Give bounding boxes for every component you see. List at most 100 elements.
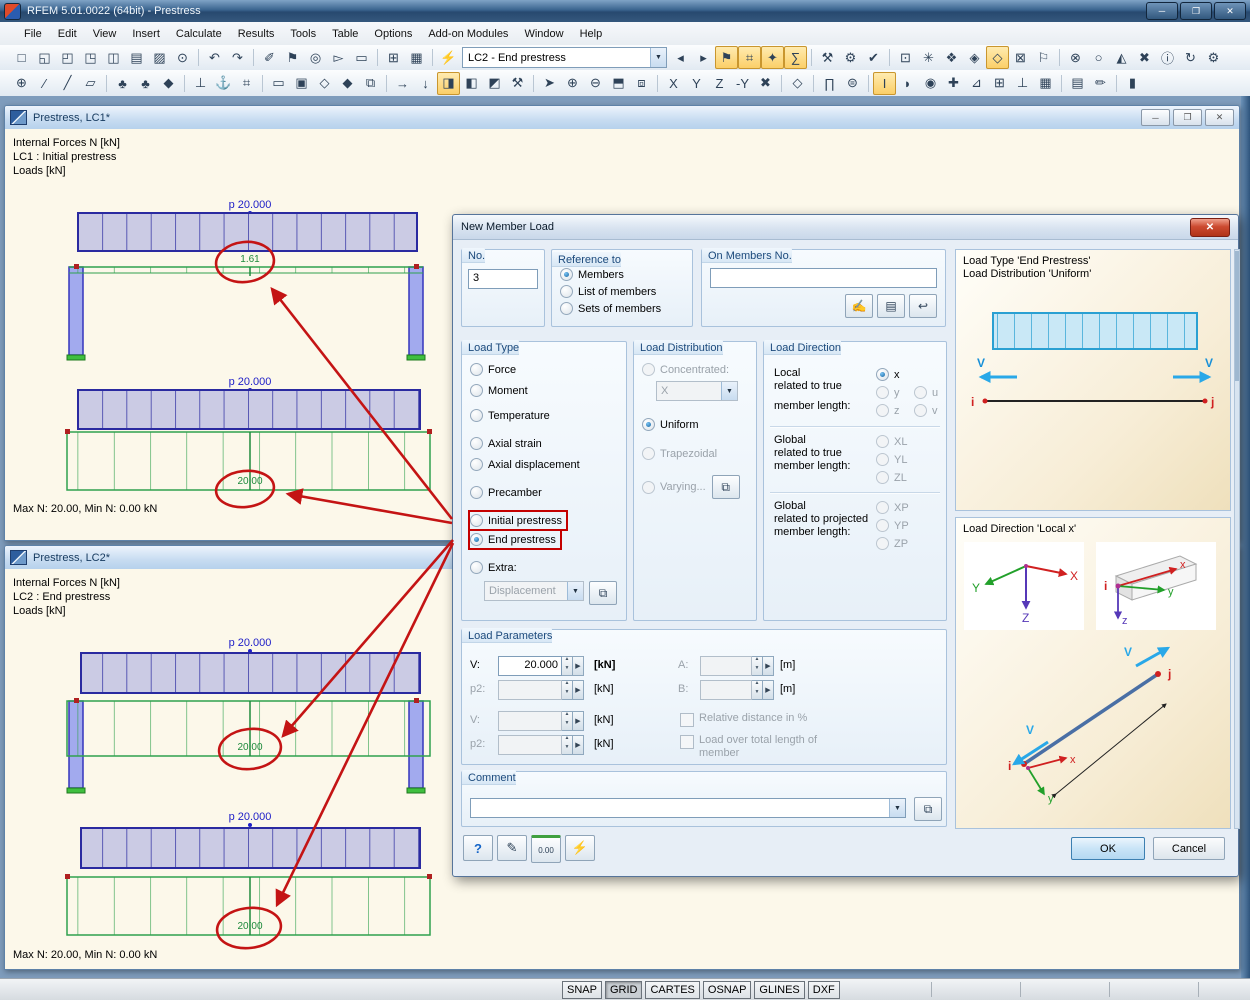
view-y-icon[interactable]: Y: [685, 72, 708, 95]
rotate-icon[interactable]: ◇: [313, 72, 336, 95]
isometric-view-icon[interactable]: ⬒: [607, 72, 630, 95]
show-load-icon[interactable]: ⚑: [281, 46, 304, 69]
concentrated-combo[interactable]: X▼: [656, 381, 738, 401]
move-icon[interactable]: →: [391, 72, 414, 95]
renumber-icon[interactable]: ◧: [460, 72, 483, 95]
status-dxf-button[interactable]: DXF: [808, 981, 840, 999]
menu-options[interactable]: Options: [366, 25, 420, 43]
combo-arrow-icon[interactable]: ▼: [650, 48, 666, 67]
display-properties-icon[interactable]: ⊡: [894, 46, 917, 69]
perspective-view-icon[interactable]: ⧈: [630, 72, 653, 95]
radio-load-type-end-prestress[interactable]: End prestress: [470, 531, 560, 548]
cancel-button[interactable]: Cancel: [1153, 837, 1225, 860]
v-value-spinner[interactable]: 20.000 ▲▼▶: [498, 656, 584, 676]
quick-input-button[interactable]: ⚡: [565, 835, 595, 861]
radio-reference-members[interactable]: Members: [560, 266, 628, 283]
lc1-titlebar[interactable]: Prestress, LC1* ─ ❐ ✕: [5, 106, 1239, 130]
smooth-icon[interactable]: ⊜: [841, 72, 864, 95]
radio-distribution-varying[interactable]: Varying...: [642, 479, 710, 496]
save-icon[interactable]: ◫: [102, 46, 125, 69]
visibility-icon[interactable]: ◇: [786, 72, 809, 95]
next-load-case-icon[interactable]: ▸: [692, 46, 715, 69]
pick-members-list-button[interactable]: ▤: [877, 294, 905, 318]
comment-combo[interactable]: ▼: [470, 798, 906, 818]
work-plane-icon[interactable]: ⊠: [1009, 46, 1032, 69]
radio-load-type-moment[interactable]: Moment: [470, 382, 532, 399]
delete-icon[interactable]: ✖: [1133, 46, 1156, 69]
lc1-minimize-button[interactable]: ─: [1141, 109, 1170, 126]
new-icon[interactable]: □: [10, 46, 33, 69]
show-result-values-toggle-icon[interactable]: ∑: [784, 46, 807, 69]
menu-results[interactable]: Results: [230, 25, 283, 43]
table-icon[interactable]: ⊞: [382, 46, 405, 69]
radio-load-type-extra[interactable]: Extra:: [470, 559, 521, 576]
minimize-button[interactable]: ─: [1146, 2, 1178, 20]
calculation-icon[interactable]: ⚒: [816, 46, 839, 69]
zoom-out-icon[interactable]: ⊖: [584, 72, 607, 95]
radio-load-type-initial-prestress[interactable]: Initial prestress: [470, 512, 566, 529]
radio-load-type-axial-displacement[interactable]: Axial displacement: [470, 456, 584, 473]
calculation-parameters-icon[interactable]: ⚙: [839, 46, 862, 69]
new-rectangle-icon[interactable]: ▭: [267, 72, 290, 95]
radio-load-type-force[interactable]: Force: [470, 361, 520, 378]
load-over-total-length-checkbox[interactable]: Load over total length of member: [680, 734, 840, 760]
unite-icon[interactable]: ◩: [483, 72, 506, 95]
status-grid-button[interactable]: GRID: [605, 981, 643, 999]
undo-icon[interactable]: ↶: [203, 46, 226, 69]
printout-report-icon[interactable]: ▦: [405, 46, 428, 69]
project-icon[interactable]: ↓: [414, 72, 437, 95]
close-button[interactable]: ✕: [1214, 2, 1246, 20]
info-icon[interactable]: ⓘ: [1156, 46, 1179, 69]
extra-type-combo[interactable]: Displacement▼: [484, 581, 584, 601]
view-yz-icon[interactable]: ◇: [986, 46, 1009, 69]
status-glines-button[interactable]: GLINES: [754, 981, 804, 999]
menu-window[interactable]: Window: [516, 25, 571, 43]
view-xy-icon[interactable]: ❖: [940, 46, 963, 69]
menu-edit[interactable]: Edit: [50, 25, 85, 43]
cross-section-icon[interactable]: ♣: [134, 72, 157, 95]
radio-direction-local-u[interactable]: u: [914, 384, 942, 401]
comment-browse-button[interactable]: ⧉: [914, 797, 942, 821]
solid-icon[interactable]: ◆: [157, 72, 180, 95]
status-cartes-button[interactable]: CARTES: [645, 981, 699, 999]
radio-direction-local-v[interactable]: v: [914, 402, 942, 419]
guide-lines-icon[interactable]: ⚐: [1032, 46, 1055, 69]
menu-addon-modules[interactable]: Add-on Modules: [420, 25, 516, 43]
menu-insert[interactable]: Insert: [124, 25, 168, 43]
radio-load-type-precamber[interactable]: Precamber: [470, 484, 546, 501]
member-icon[interactable]: ╱: [56, 72, 79, 95]
edit-extra-button[interactable]: ⧉: [589, 581, 617, 605]
material-icon[interactable]: ♣: [111, 72, 134, 95]
line-icon[interactable]: ∕: [33, 72, 56, 95]
radio-direction-global-yl[interactable]: YL: [876, 451, 911, 468]
radio-direction-local-z[interactable]: z: [876, 402, 904, 419]
radio-reference-sets-of-members[interactable]: Sets of members: [560, 300, 665, 317]
radio-reference-list-of-members[interactable]: List of members: [560, 283, 660, 300]
decimal-places-button[interactable]: 0.00: [531, 835, 561, 863]
section-icon[interactable]: ∏: [818, 72, 841, 95]
regenerate-model-icon[interactable]: ✳: [917, 46, 940, 69]
delete-results-icon[interactable]: ✖: [754, 72, 777, 95]
results-sections-icon[interactable]: ⊿: [965, 72, 988, 95]
status-snap-button[interactable]: SNAP: [562, 981, 602, 999]
extrude-icon[interactable]: ◆: [336, 72, 359, 95]
tools-icon[interactable]: ⚒: [506, 72, 529, 95]
p2b-value-spinner[interactable]: ▲▼▶: [498, 735, 584, 755]
a-distance-spinner[interactable]: ▲▼▶: [700, 656, 774, 676]
node-icon[interactable]: ⊕: [10, 72, 33, 95]
status-osnap-button[interactable]: OSNAP: [703, 981, 752, 999]
lc1-restore-button[interactable]: ❐: [1173, 109, 1202, 126]
results-reactions-icon[interactable]: ✚: [942, 72, 965, 95]
show-loads-toggle-icon[interactable]: ⚑: [715, 46, 738, 69]
regenerate-icon[interactable]: ◎: [304, 46, 327, 69]
radio-direction-local-x[interactable]: x: [876, 366, 904, 383]
pick-objects-icon[interactable]: ▻: [327, 46, 350, 69]
load-case-combo[interactable]: LC2 - End prestress ▼: [462, 47, 667, 68]
panel-toggle-icon[interactable]: ⊞: [988, 72, 1011, 95]
menu-calculate[interactable]: Calculate: [168, 25, 230, 43]
edit-load-icon[interactable]: ✐: [258, 46, 281, 69]
menu-table[interactable]: Table: [324, 25, 366, 43]
view-x-icon[interactable]: X: [662, 72, 685, 95]
support-icon[interactable]: ⊥: [189, 72, 212, 95]
radio-direction-global-zl[interactable]: ZL: [876, 469, 911, 486]
